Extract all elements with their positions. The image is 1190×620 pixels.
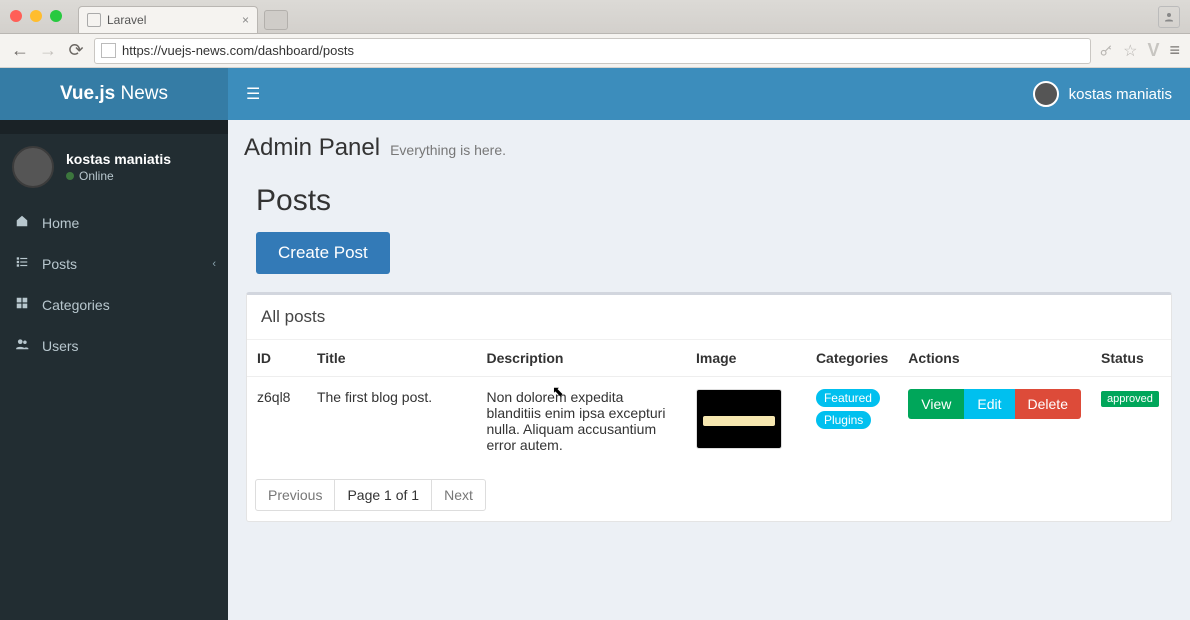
sidebar-item-label: Users	[42, 338, 79, 354]
key-icon[interactable]	[1099, 44, 1113, 58]
brand-light: News	[115, 83, 168, 104]
delete-button[interactable]: Delete	[1015, 389, 1081, 419]
close-tab-icon[interactable]: ×	[242, 13, 249, 27]
content-header: Admin Panel Everything is here.	[228, 120, 1190, 170]
forward-button[interactable]: →	[38, 40, 58, 61]
column-header-image: Image	[686, 340, 806, 377]
pagination: Previous Page 1 of 1 Next	[247, 473, 1171, 521]
posts-table: ID Title Description Image Categories Ac…	[247, 340, 1171, 465]
content: Posts Create Post All posts ID Title Des…	[228, 170, 1190, 540]
sidebar-item-label: Posts	[42, 256, 77, 272]
topbar: ☰ kostas maniatis	[228, 68, 1190, 120]
topbar-user[interactable]: kostas maniatis	[1033, 81, 1172, 107]
cell-status: approved	[1091, 377, 1171, 466]
browser-address-bar: ← → ⟳ https://vuejs-news.com/dashboard/p…	[0, 34, 1190, 68]
sidebar-user-status: Online	[66, 169, 171, 183]
sidebar-shadow	[0, 120, 228, 134]
browser-tab[interactable]: Laravel ×	[78, 6, 258, 33]
reload-button[interactable]: ⟳	[66, 40, 86, 61]
column-header-title: Title	[307, 340, 477, 377]
page-header-subtitle: Everything is here.	[390, 142, 506, 158]
sidebar-item-posts[interactable]: Posts ‹	[0, 243, 228, 284]
status-badge: approved	[1101, 391, 1159, 407]
cell-id: z6ql8	[247, 377, 307, 466]
avatar	[12, 146, 54, 188]
chevron-left-icon: ‹	[212, 258, 216, 270]
column-header-id: ID	[247, 340, 307, 377]
column-header-description: Description	[476, 340, 686, 377]
column-header-actions: Actions	[898, 340, 1091, 377]
view-button[interactable]: View	[908, 389, 964, 419]
cell-title: The first blog post.	[307, 377, 477, 466]
browser-profile-icon[interactable]	[1158, 6, 1180, 28]
grid-icon	[14, 296, 30, 313]
category-badge: Featured	[816, 389, 880, 407]
topbar-user-name: kostas maniatis	[1069, 86, 1172, 103]
post-thumbnail[interactable]	[696, 389, 782, 449]
hamburger-icon[interactable]: ☰	[246, 84, 260, 104]
list-icon	[14, 255, 30, 272]
previous-button[interactable]: Previous	[255, 479, 335, 511]
site-identity-icon	[101, 43, 116, 58]
minimize-window-icon[interactable]	[30, 10, 42, 22]
page-header-title: Admin Panel	[244, 134, 380, 162]
column-header-categories: Categories	[806, 340, 898, 377]
browser-tab-bar: Laravel ×	[0, 0, 1190, 34]
maximize-window-icon[interactable]	[50, 10, 62, 22]
bookmark-icon[interactable]: ☆	[1123, 41, 1137, 61]
next-button[interactable]: Next	[431, 479, 486, 511]
table-row: z6ql8 The first blog post. Non dolorem e…	[247, 377, 1171, 466]
panel-title: All posts	[247, 295, 1171, 340]
cell-image	[686, 377, 806, 466]
url-input[interactable]: https://vuejs-news.com/dashboard/posts	[94, 38, 1091, 64]
category-badge: Plugins	[816, 411, 871, 429]
brand-bold: Vue.js	[60, 83, 115, 104]
cell-actions: View Edit Delete	[898, 377, 1091, 466]
page-title: Posts	[256, 184, 1162, 218]
page-icon	[87, 13, 101, 27]
page-info: Page 1 of 1	[335, 479, 431, 511]
sidebar-menu: Home Posts ‹ Categories	[0, 202, 228, 366]
create-post-button[interactable]: Create Post	[256, 232, 390, 274]
sidebar: Vue.js News kostas maniatis Online Home	[0, 68, 228, 620]
sidebar-user-name: kostas maniatis	[66, 151, 171, 167]
extension-icon[interactable]: V	[1147, 40, 1159, 61]
sidebar-item-categories[interactable]: Categories	[0, 284, 228, 325]
browser-menu-icon[interactable]: ≡	[1169, 40, 1180, 61]
url-text: https://vuejs-news.com/dashboard/posts	[122, 43, 354, 58]
posts-panel: All posts ID Title Description Image Cat…	[246, 292, 1172, 522]
tab-title: Laravel	[107, 13, 146, 27]
sidebar-item-label: Categories	[42, 297, 110, 313]
sidebar-item-label: Home	[42, 215, 79, 231]
cell-description: Non dolorem expedita blanditiis enim ips…	[476, 377, 686, 466]
sidebar-item-home[interactable]: Home	[0, 202, 228, 243]
avatar	[1033, 81, 1059, 107]
sidebar-user-panel: kostas maniatis Online	[0, 134, 228, 202]
back-button[interactable]: ←	[10, 40, 30, 61]
column-header-status: Status	[1091, 340, 1171, 377]
main: ☰ kostas maniatis Admin Panel Everything…	[228, 68, 1190, 620]
sidebar-item-users[interactable]: Users	[0, 325, 228, 366]
window-controls	[10, 10, 62, 22]
brand[interactable]: Vue.js News	[0, 68, 228, 120]
table-header-row: ID Title Description Image Categories Ac…	[247, 340, 1171, 377]
online-dot-icon	[66, 172, 74, 180]
cell-categories: Featured Plugins	[806, 377, 898, 466]
edit-button[interactable]: Edit	[964, 389, 1014, 419]
close-window-icon[interactable]	[10, 10, 22, 22]
home-icon	[14, 214, 30, 231]
users-icon	[14, 337, 30, 354]
new-tab-button[interactable]	[264, 10, 288, 30]
